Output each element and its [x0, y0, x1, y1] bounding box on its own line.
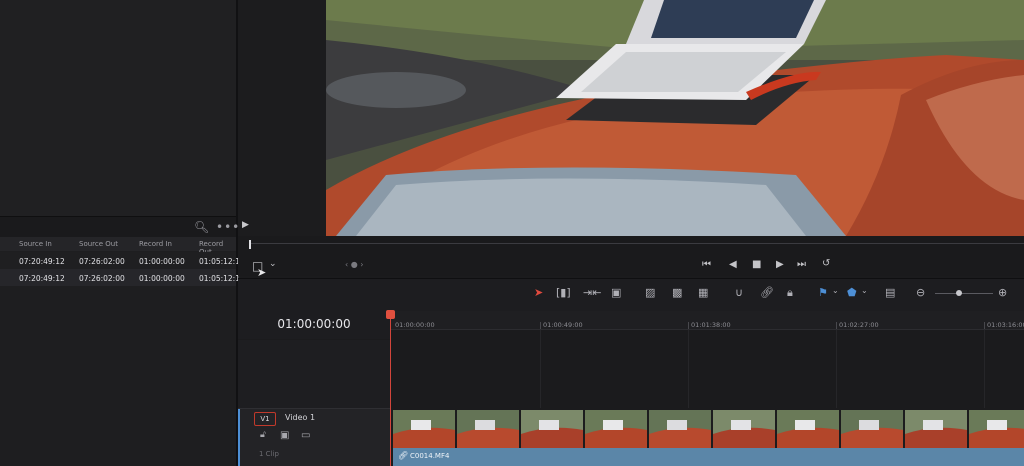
jog-control-icon[interactable]: ‹ ● › — [345, 260, 363, 269]
clip-bar[interactable] — [393, 448, 1024, 466]
overwrite-clip-icon[interactable]: ▩ — [672, 286, 682, 299]
playhead-handle[interactable] — [386, 310, 395, 319]
marker-icon[interactable]: ⬟ — [847, 286, 857, 299]
dynamic-trim-icon[interactable]: ⇥⇤ — [583, 286, 601, 299]
track-visibility-icon[interactable]: ▭ — [301, 430, 310, 441]
play-reverse-icon[interactable]: ◀︎ — [729, 259, 737, 270]
scrubber-handle[interactable] — [249, 240, 251, 249]
viewer-margin — [238, 0, 326, 236]
ruler-tick — [540, 322, 541, 329]
play-icon[interactable]: ▶︎ — [776, 259, 784, 270]
trim-mode-icon[interactable]: [▮] — [556, 286, 571, 299]
ruler-label: 01:00:49:00 — [543, 321, 583, 329]
media-panel — [0, 0, 236, 216]
grid-line — [836, 330, 837, 408]
track-badge-v1[interactable]: V1 — [254, 412, 276, 426]
grid-line — [984, 330, 985, 408]
flag-icon[interactable]: ⚑ — [818, 286, 828, 299]
timeline-view-icon[interactable]: ▤ — [885, 286, 895, 299]
cell-source-out: 07:26:02:00 — [79, 274, 125, 283]
link-icon: 🔗︎ — [398, 451, 409, 460]
empty-track-area[interactable] — [390, 330, 1024, 408]
stop-icon[interactable]: ■︎ — [752, 259, 761, 270]
lock-icon[interactable]: 🔒︎ — [787, 286, 793, 300]
magnet-icon[interactable]: ∪ — [735, 286, 743, 299]
ruler-tick — [984, 322, 985, 329]
chevron-down-icon[interactable]: ⌄ — [832, 286, 839, 295]
table-row[interactable]: 07:20:49:12 07:26:02:00 01:00:00:00 01:0… — [0, 269, 240, 286]
cell-record-out: 01:05:12:1 — [199, 274, 240, 283]
zoom-in-icon[interactable]: ⊕ — [998, 286, 1007, 299]
zoom-slider-handle[interactable] — [956, 290, 962, 296]
viewer-image — [326, 0, 1024, 236]
zoom-out-icon[interactable]: ⊖ — [916, 286, 925, 299]
clip-thumbnails[interactable] — [393, 410, 1024, 448]
more-icon[interactable]: ••• — [216, 220, 240, 234]
insert-clip-icon[interactable]: ▨ — [645, 286, 655, 299]
playhead-line[interactable] — [390, 311, 391, 466]
ruler-label: 01:02:27:00 — [839, 321, 879, 329]
ruler-label: 01:03:16:00 — [987, 321, 1024, 329]
column-record-in[interactable]: Record In — [139, 240, 172, 248]
lock-icon[interactable]: 🔓︎ — [260, 430, 266, 440]
cell-record-out: 01:05:12:1 — [199, 257, 240, 266]
viewer-scrubber[interactable] — [250, 243, 1024, 244]
ruler-tick — [688, 322, 689, 329]
cell-record-in: 01:00:00:00 — [139, 257, 185, 266]
cell-source-out: 07:26:02:00 — [79, 257, 125, 266]
grid-line — [688, 330, 689, 408]
column-source-in[interactable]: Source In — [19, 240, 52, 248]
skip-to-end-icon[interactable]: ⏭︎ — [797, 259, 806, 270]
track-name[interactable]: Video 1 — [285, 413, 315, 422]
edit-index-toolbar: 🔍︎ ••• — [0, 216, 239, 237]
zoom-slider-track[interactable] — [935, 293, 993, 294]
viewer-frame[interactable] — [326, 0, 1024, 236]
cell-record-in: 01:00:00:00 — [139, 274, 185, 283]
ruler-label: 01:01:38:00 — [691, 321, 731, 329]
skip-to-start-icon[interactable]: ⏮︎ — [702, 259, 711, 270]
clip-count: 1 Clip — [259, 450, 279, 458]
chevron-down-icon[interactable]: ⌄ — [269, 259, 277, 269]
grid-line — [540, 330, 541, 408]
track-selection-indicator — [238, 409, 240, 466]
chevron-down-icon[interactable]: ⌄ — [861, 286, 868, 295]
ruler-label: 01:00:00:00 — [395, 321, 435, 329]
cell-source-in: 07:20:49:12 — [19, 257, 65, 266]
play-triangle-icon[interactable]: ▶︎ — [242, 220, 249, 230]
ruler-tick — [836, 322, 837, 329]
loop-icon[interactable]: ↺ — [822, 258, 830, 269]
table-row[interactable]: 07:20:49:12 07:26:02:00 01:00:00:00 01:0… — [0, 252, 240, 269]
clip-thumbnail-frames — [393, 410, 1024, 448]
viewer-transport-bar — [238, 236, 1024, 276]
timeline-toolbar — [238, 278, 1024, 311]
selection-mode-icon[interactable]: ➤ — [534, 286, 543, 299]
replace-clip-icon[interactable]: ▦ — [698, 286, 708, 299]
cell-source-in: 07:20:49:12 — [19, 274, 65, 283]
edit-index-header: Source In Source Out Record In Record Ou… — [0, 237, 236, 256]
column-source-out[interactable]: Source Out — [79, 240, 118, 248]
clip-name: C0014.MF4 — [410, 452, 450, 460]
auto-select-icon[interactable]: ▣ — [280, 430, 289, 441]
timeline-timecode[interactable]: 01:00:00:00 — [238, 317, 390, 331]
link-icon[interactable]: 🔗︎ — [760, 286, 774, 299]
search-icon[interactable]: 🔍︎ — [194, 220, 209, 234]
blade-mode-icon[interactable]: ▣ — [611, 286, 621, 299]
